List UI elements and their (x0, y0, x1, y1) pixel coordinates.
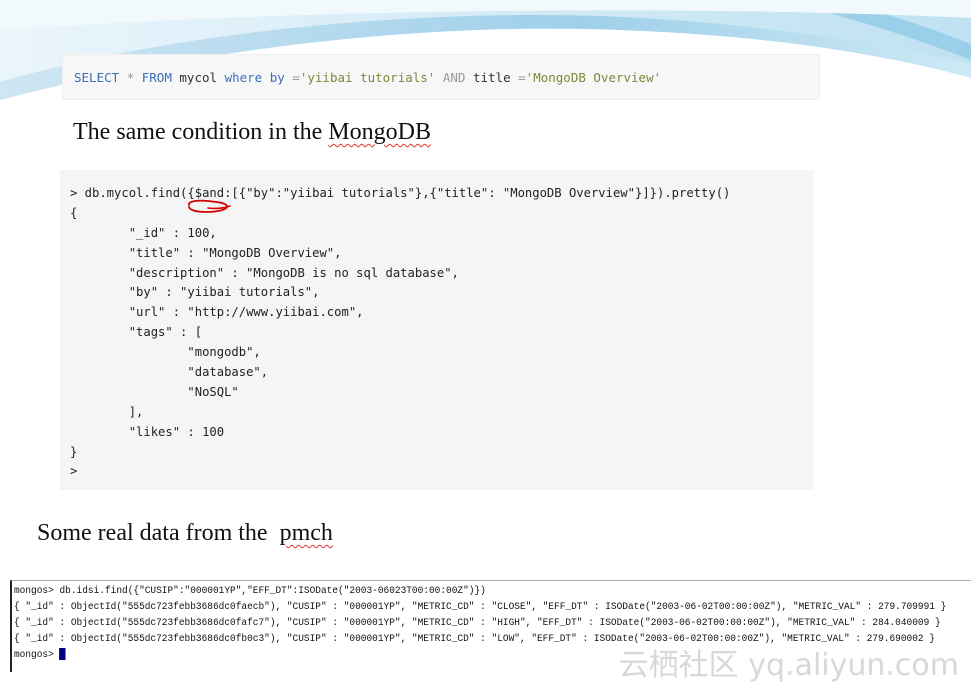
sql-title-field: title (472, 70, 511, 85)
sql-and-keyword: AND (442, 70, 466, 85)
sql-equals-1: = (292, 70, 300, 85)
terminal-prompt: mongos> (14, 649, 54, 661)
sql-select-keyword: SELECT (74, 70, 120, 85)
terminal-line: { "_id" : ObjectId("555dc723febb3686dc0f… (14, 601, 947, 613)
shell-line: "likes" : 100 (70, 424, 225, 439)
shell-line: "by" : "yiibai tutorials", (70, 285, 320, 300)
heading-real-data-prefix: Some real data from the (37, 520, 280, 546)
shell-line: > (70, 464, 78, 479)
and-operator-annotation (188, 199, 231, 213)
sql-query-box: SELECT * FROM mycol where by ='yiibai tu… (62, 54, 820, 100)
sql-from-keyword: FROM (141, 70, 172, 85)
sql-star: * (126, 70, 135, 85)
heading-real-data: Some real data from the pmch (37, 520, 333, 547)
shell-line: "mongodb", (70, 345, 261, 360)
shell-line: "url" : "http://www.yiibai.com", (70, 305, 364, 320)
shell-line: "NoSQL" (70, 384, 239, 399)
sql-by-field: by (269, 70, 285, 85)
sql-value-title: 'MongoDB Overview' (525, 70, 662, 85)
sql-value-by: 'yiibai tutorials' (299, 70, 436, 85)
terminal-cursor[interactable] (59, 648, 66, 661)
shell-line: { (70, 205, 78, 220)
heading-mongodb-prefix: The same condition in the (73, 119, 329, 145)
shell-line: "title" : "MongoDB Overview", (70, 245, 342, 260)
shell-line: ], (70, 404, 144, 419)
shell-line: "_id" : 100, (70, 225, 217, 240)
shell-line: "database", (70, 365, 269, 380)
shell-line: } (70, 444, 78, 459)
terminal-line: { "_id" : ObjectId("555dc723febb3686dc0f… (14, 617, 941, 629)
shell-line: "description" : "MongoDB is no sql datab… (70, 265, 459, 280)
sql-equals-2: = (518, 70, 526, 85)
watermark: 云栖社区 yq.aliyun.com (618, 648, 959, 683)
heading-mongodb-condition: The same condition in the MongoDB (73, 119, 431, 146)
heading-mongodb-underlined: MongoDB (328, 119, 431, 145)
sql-where-keyword: where (224, 70, 263, 85)
shell-line: > db.mycol.find({$and:[{"by":"yiibai tut… (70, 186, 731, 200)
mongo-shell-output: > db.mycol.find({$and:[{"by":"yiibai tut… (60, 170, 814, 490)
shell-line: "tags" : [ (70, 325, 203, 340)
heading-real-data-underlined: pmch (279, 520, 333, 546)
sql-table-name: mycol (179, 70, 218, 85)
terminal-line: mongos> db.idsi.find({"CUSIP":"000001YP"… (14, 585, 486, 597)
